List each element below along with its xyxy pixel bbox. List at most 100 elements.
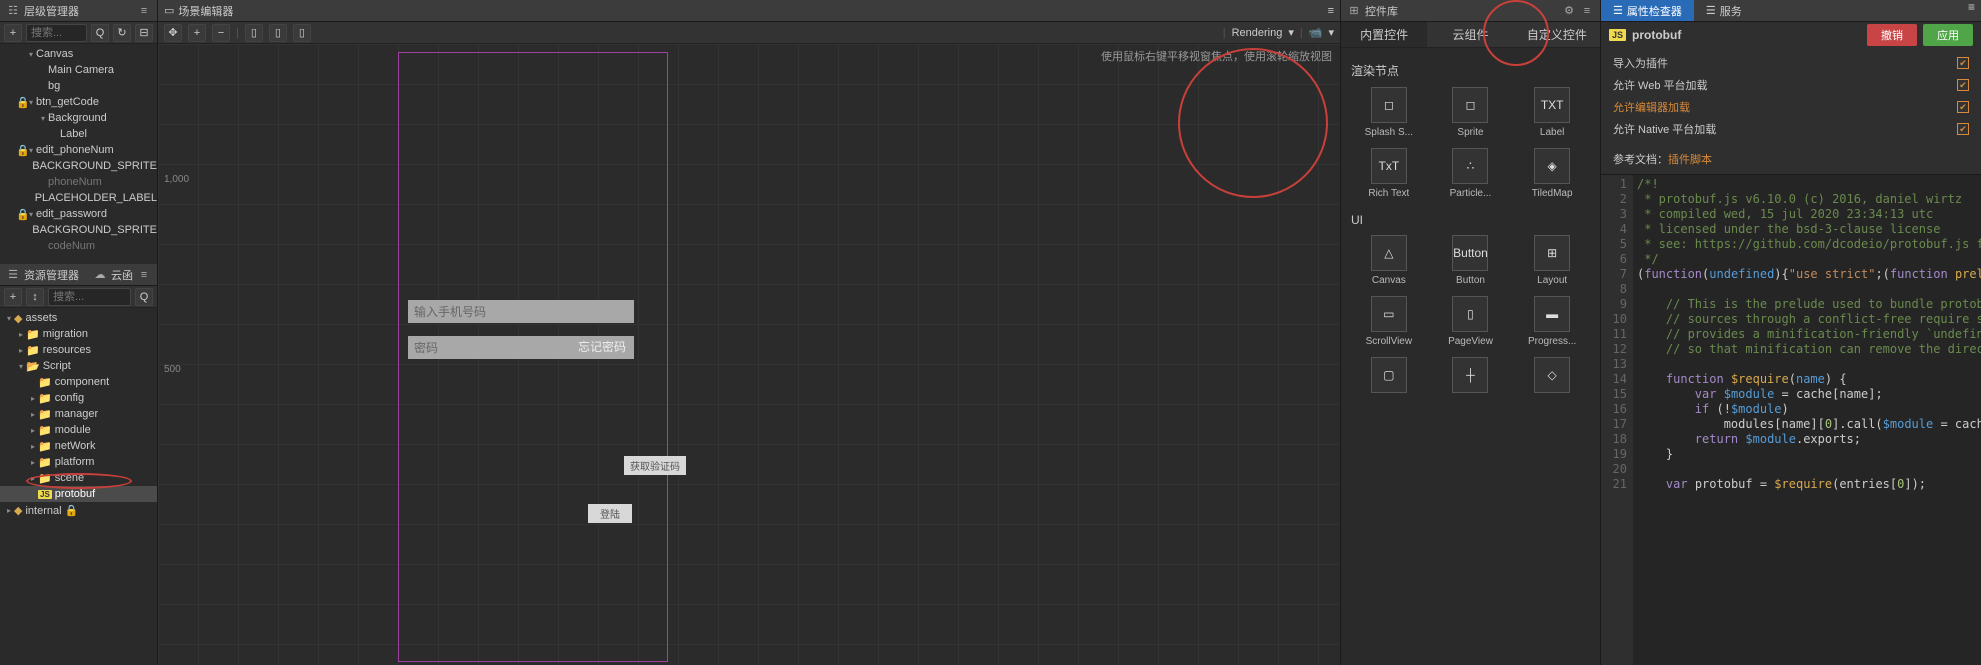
tree-row[interactable]: ▸📁migration	[0, 326, 157, 342]
assets-icon: ☰	[6, 268, 20, 282]
components-tabs: 内置控件 云组件 自定义控件	[1341, 22, 1600, 48]
cloud-title: 云函	[111, 267, 133, 283]
tree-row[interactable]: BACKGROUND_SPRITE	[0, 158, 157, 174]
chevron-down-icon: ▾	[1328, 26, 1334, 39]
tree-row[interactable]: 🔒▾btn_getCode	[0, 94, 157, 110]
menu-icon[interactable]: ≡	[1962, 0, 1981, 21]
component-item[interactable]: ButtonButton	[1433, 235, 1509, 286]
component-item[interactable]: ▬Progress...	[1514, 296, 1590, 347]
rendering-dropdown[interactable]: Rendering	[1232, 27, 1283, 39]
component-label: Label	[1540, 127, 1564, 138]
zoom-in-tool[interactable]: +	[188, 24, 206, 42]
login-button-preview: 登陆	[588, 504, 632, 523]
component-item[interactable]: ⊞Layout	[1514, 235, 1590, 286]
tree-row[interactable]: ▸📁manager	[0, 406, 157, 422]
checkbox[interactable]: ✔	[1957, 57, 1969, 69]
tree-row[interactable]: 📁component	[0, 374, 157, 390]
tree-row[interactable]: BACKGROUND_SPRITE	[0, 222, 157, 238]
apply-button[interactable]: 应用	[1923, 24, 1973, 46]
collapse-button[interactable]: ⊟	[135, 24, 153, 42]
sort-button[interactable]: ↕	[26, 288, 44, 306]
tree-row[interactable]: Main Camera	[0, 62, 157, 78]
tree-row[interactable]: ▸📁module	[0, 422, 157, 438]
tree-row[interactable]: JSprotobuf	[0, 486, 157, 502]
zoom-out-tool[interactable]: −	[212, 24, 230, 42]
tab-custom[interactable]: 自定义控件	[1514, 22, 1600, 47]
component-icon: ◻	[1452, 87, 1488, 123]
assets-title: 资源管理器	[24, 267, 79, 283]
tree-row[interactable]: ▸📁netWork	[0, 438, 157, 454]
component-item[interactable]: ◻Sprite	[1433, 87, 1509, 138]
menu-icon[interactable]: ≡	[137, 4, 151, 18]
tree-row[interactable]: ▾Canvas	[0, 46, 157, 62]
tab-properties[interactable]: ☰属性检查器	[1601, 0, 1694, 21]
menu-icon[interactable]: ≡	[1580, 4, 1594, 18]
align-tool-2[interactable]: ▯	[269, 24, 287, 42]
component-item[interactable]: ▭ScrollView	[1351, 296, 1427, 347]
refresh-button[interactable]: ↻	[113, 24, 131, 42]
assets-filter-button[interactable]: Q	[135, 288, 153, 306]
component-item[interactable]: ▯PageView	[1433, 296, 1509, 347]
tree-row[interactable]: ▾◆assets	[0, 310, 157, 326]
checkbox[interactable]: ✔	[1957, 79, 1969, 91]
code-viewer[interactable]: /*! * protobuf.js v6.10.0 (c) 2016, dani…	[1633, 175, 1981, 665]
tree-row[interactable]: phoneNum	[0, 174, 157, 190]
tree-row[interactable]: 🔒▾edit_phoneNum	[0, 142, 157, 158]
scene-canvas[interactable]: 使用鼠标右键平移视窗焦点，使用滚轮缩放视图 1,000 500 输入手机号码 密…	[158, 44, 1340, 665]
tree-row[interactable]: ▸📁scene	[0, 470, 157, 486]
tree-row[interactable]: ▸📁resources	[0, 342, 157, 358]
add-asset-button[interactable]: +	[4, 288, 22, 306]
tree-row[interactable]: ▸📁config	[0, 390, 157, 406]
gear-icon[interactable]: ⚙	[1562, 4, 1576, 18]
component-label: ScrollView	[1366, 336, 1413, 347]
component-item[interactable]: ◻Splash S...	[1351, 87, 1427, 138]
menu-icon[interactable]: ≡	[137, 268, 151, 282]
component-item[interactable]: ◈TiledMap	[1514, 148, 1590, 199]
checkbox[interactable]: ✔	[1957, 123, 1969, 135]
component-icon: Button	[1452, 235, 1488, 271]
tree-row[interactable]: codeNum	[0, 238, 157, 254]
tab-services[interactable]: ☰服务	[1694, 0, 1754, 21]
checkbox[interactable]: ✔	[1957, 101, 1969, 113]
component-item[interactable]: ┼	[1433, 357, 1509, 397]
assets-tree[interactable]: ▾◆assets▸📁migration▸📁resources▾📂Script📁c…	[0, 308, 157, 665]
tree-row[interactable]: ▾📂Script	[0, 358, 157, 374]
hierarchy-search-input[interactable]	[26, 24, 87, 42]
scene-panel-header: ▭ 场景编辑器 ≡	[158, 0, 1340, 22]
camera-icon[interactable]: 📹	[1309, 26, 1323, 39]
scene-hint: 使用鼠标右键平移视窗焦点，使用滚轮缩放视图	[1101, 48, 1332, 64]
tree-row[interactable]: 🔒▾edit_password	[0, 206, 157, 222]
tree-row[interactable]: PLACEHOLDER_LABEL	[0, 190, 157, 206]
hierarchy-tree[interactable]: ▾CanvasMain Camerabg🔒▾btn_getCode▾Backgr…	[0, 44, 157, 264]
component-item[interactable]: △Canvas	[1351, 235, 1427, 286]
component-item[interactable]: ▢	[1351, 357, 1427, 397]
inspector-tabs: ☰属性检查器 ☰服务 ≡	[1601, 0, 1981, 22]
filter-button[interactable]: Q	[91, 24, 109, 42]
component-label: Particle...	[1450, 188, 1492, 199]
component-item[interactable]: TXTLabel	[1514, 87, 1590, 138]
component-item[interactable]: TxTRich Text	[1351, 148, 1427, 199]
align-tool-1[interactable]: ▯	[245, 24, 263, 42]
component-item[interactable]: ∴Particle...	[1433, 148, 1509, 199]
tab-cloud[interactable]: 云组件	[1427, 22, 1513, 47]
plugin-script-docs-link[interactable]: 插件脚本	[1668, 151, 1712, 167]
menu-icon[interactable]: ≡	[1328, 5, 1334, 17]
tree-row[interactable]: ▸📁platform	[0, 454, 157, 470]
component-icon: ▯	[1452, 296, 1488, 332]
option-label: 允许 Web 平台加载	[1613, 77, 1957, 93]
component-item[interactable]: ◇	[1514, 357, 1590, 397]
tab-builtin[interactable]: 内置控件	[1341, 22, 1427, 47]
align-tool-3[interactable]: ▯	[293, 24, 311, 42]
tree-row[interactable]: ▾Background	[0, 110, 157, 126]
add-node-button[interactable]: +	[4, 24, 22, 42]
tree-row[interactable]: ▸◆internal 🔒	[0, 502, 157, 518]
move-tool[interactable]: ✥	[164, 24, 182, 42]
undo-button[interactable]: 撤销	[1867, 24, 1917, 46]
component-label: Splash S...	[1365, 127, 1413, 138]
inspector-option-row: 允许 Native 平台加载✔	[1613, 118, 1969, 140]
get-code-button-preview: 获取验证码	[624, 456, 686, 475]
tree-row[interactable]: bg	[0, 78, 157, 94]
tree-row[interactable]: Label	[0, 126, 157, 142]
assets-search-input[interactable]	[48, 288, 131, 306]
doc-reference: 参考文档： 插件脚本	[1613, 148, 1969, 170]
